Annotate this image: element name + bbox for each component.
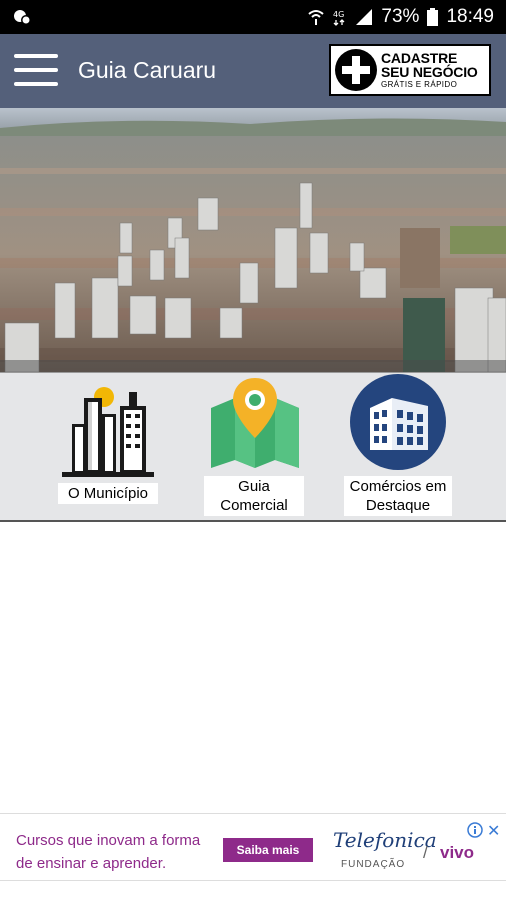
shortcut-label-municipio: O Município xyxy=(58,483,158,504)
hamburger-line xyxy=(14,68,58,72)
ad-close-icon[interactable]: ✕ xyxy=(487,821,500,841)
ad-cta-button[interactable]: Saiba mais xyxy=(223,838,313,862)
svg-text:4G: 4G xyxy=(333,10,344,19)
battery-icon xyxy=(427,8,439,26)
register-line1: CADASTRE xyxy=(381,50,458,66)
hamburger-icon xyxy=(14,54,58,58)
register-line3: GRÁTIS E RÁPIDO xyxy=(381,80,458,89)
notification-icon xyxy=(12,7,32,27)
ad-partner: vivo xyxy=(440,843,475,862)
shortcut-comercios-destaque[interactable]: Comércios em Destaque xyxy=(344,374,452,520)
shortcut-guia-comercial[interactable]: Guia Comercial xyxy=(200,374,308,520)
hero-city-image xyxy=(0,108,506,372)
ad-brand: Telefonica xyxy=(333,828,437,852)
clock: 18:49 xyxy=(446,6,494,27)
4g-icon: 4G xyxy=(333,8,347,26)
app-title: Guia Caruaru xyxy=(78,57,217,83)
hamburger-line xyxy=(14,82,58,86)
menu-button[interactable] xyxy=(14,54,58,86)
shortcut-label-guia-comercial: Guia Comercial xyxy=(204,476,304,516)
ad-text: Cursos que inovam a forma de ensinar e a… xyxy=(16,832,201,872)
status-bar: 4G 73% 18:49 xyxy=(0,0,506,34)
city-buildings-icon xyxy=(58,384,158,485)
plus-circle-icon xyxy=(333,47,379,93)
building-icon xyxy=(348,374,448,477)
shortcut-label-comercios-destaque: Comércios em Destaque xyxy=(344,476,452,516)
signal-icon xyxy=(355,8,373,26)
wifi-icon xyxy=(307,8,325,26)
battery-percent: 73% xyxy=(381,6,420,27)
map-pin-icon xyxy=(205,374,305,477)
register-business-button[interactable]: CADASTRE SEU NEGÓCIO GRÁTIS E RÁPIDO xyxy=(329,44,491,96)
register-line2: SEU NEGÓCIO xyxy=(381,64,478,80)
ad-divider: / xyxy=(423,843,428,862)
shortcut-municipio[interactable]: O Município xyxy=(54,384,162,512)
ad-info-icon[interactable] xyxy=(467,822,483,843)
ad-brand-sub: FUNDAÇÃO xyxy=(341,859,406,870)
